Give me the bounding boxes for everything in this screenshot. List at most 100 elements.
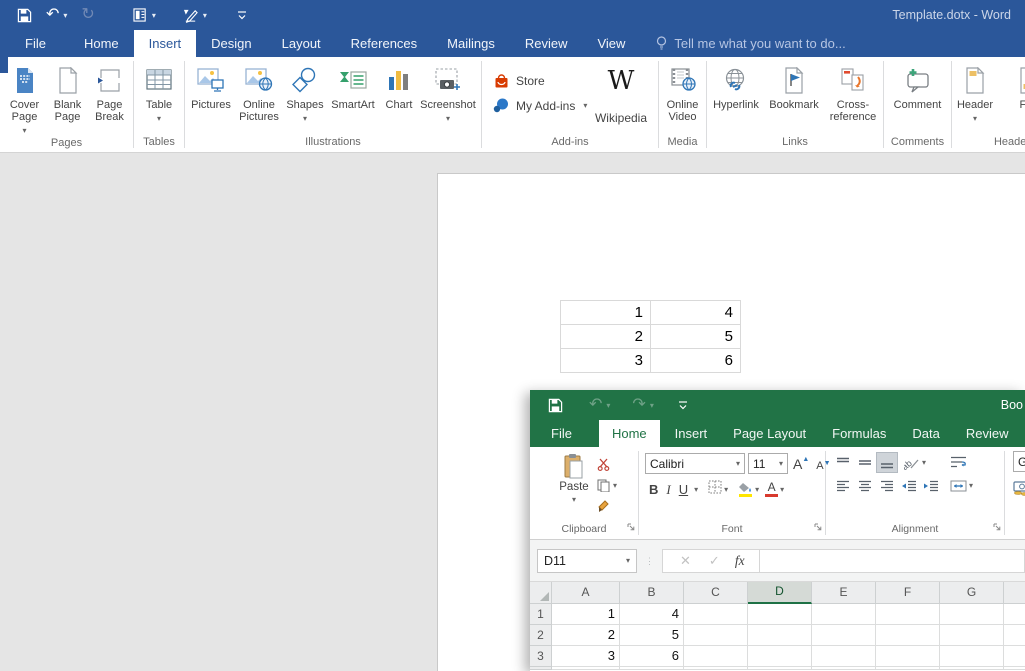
align-right-button[interactable] xyxy=(876,475,898,496)
top-align-button[interactable] xyxy=(832,452,854,473)
table-button[interactable]: Table ▾ xyxy=(137,60,181,136)
paste-dropdown-arrow[interactable]: ▾ xyxy=(572,495,576,504)
table-cell[interactable]: 5 xyxy=(650,324,741,349)
cell-A3[interactable]: 3 xyxy=(552,646,620,667)
column-header-F[interactable]: F xyxy=(876,582,940,604)
italic-button[interactable]: I xyxy=(666,482,670,498)
cell-D3[interactable] xyxy=(748,646,812,667)
shapes-dropdown-arrow[interactable]: ▾ xyxy=(303,113,307,125)
cell-B2[interactable]: 5 xyxy=(620,625,684,646)
cell-B1[interactable]: 4 xyxy=(620,604,684,625)
bold-button[interactable]: B xyxy=(649,482,658,498)
screenshot-dropdown-arrow[interactable]: ▾ xyxy=(446,113,450,125)
wikipedia-button[interactable]: W Wikipedia xyxy=(590,60,652,136)
enter-icon[interactable]: ✓ xyxy=(709,553,720,569)
wrap-text-button[interactable] xyxy=(950,451,975,474)
format-painter-button[interactable] xyxy=(597,496,617,517)
column-header-C[interactable]: C xyxy=(684,582,748,604)
redo-button[interactable]: ↻ xyxy=(81,7,94,23)
excel-tab-data[interactable]: Data xyxy=(899,420,952,447)
middle-align-button[interactable] xyxy=(854,452,876,473)
tab-references[interactable]: References xyxy=(336,30,432,57)
name-box-dropdown-arrow[interactable]: ▾ xyxy=(626,556,630,565)
clipboard-dialog-launcher[interactable] xyxy=(627,518,635,536)
blank-page-button[interactable]: Blank Page xyxy=(47,60,89,137)
shapes-button[interactable]: Shapes ▾ xyxy=(284,60,326,136)
header-dropdown-arrow[interactable]: ▾ xyxy=(973,113,977,125)
cell-F3[interactable] xyxy=(876,646,940,667)
customize-qat-button[interactable] xyxy=(237,10,247,20)
tab-insert[interactable]: Insert xyxy=(133,30,197,57)
font-color-dropdown-arrow[interactable]: ▾ xyxy=(780,485,784,494)
number-format-combo[interactable]: Gene xyxy=(1013,451,1025,472)
fill-color-button[interactable] xyxy=(738,482,753,497)
column-header-G[interactable]: G xyxy=(940,582,1004,604)
excel-tab-home[interactable]: Home xyxy=(598,420,660,447)
my-addins-dropdown-arrow[interactable]: ▾ xyxy=(583,101,587,110)
undo-dropdown-arrow[interactable]: ▾ xyxy=(63,11,67,20)
row-header-3[interactable]: 3 xyxy=(530,646,552,667)
underline-button[interactable]: U xyxy=(679,482,688,498)
excel-save-button[interactable] xyxy=(548,398,563,413)
cover-page-button[interactable]: Cover Page ▾ xyxy=(3,60,47,137)
cancel-icon[interactable]: ✕ xyxy=(680,553,691,569)
font-size-dropdown-arrow[interactable]: ▾ xyxy=(775,459,783,468)
align-left-button[interactable] xyxy=(832,475,854,496)
table-cell[interactable]: 6 xyxy=(650,348,741,373)
excel-tab-view-partial[interactable]: V xyxy=(1021,420,1025,447)
cell-F4-partial[interactable] xyxy=(876,667,940,670)
hyperlink-button[interactable]: Hyperlink xyxy=(708,60,764,136)
cell-C4-partial[interactable] xyxy=(684,667,748,670)
insert-function-button[interactable]: fx xyxy=(735,553,745,569)
paste-button[interactable]: Paste ▾ xyxy=(551,451,597,522)
table-dropdown-arrow[interactable]: ▾ xyxy=(157,113,161,125)
copy-button[interactable]: ▾ xyxy=(597,475,617,496)
font-name-combo[interactable]: Calibri ▾ xyxy=(645,453,745,474)
online-pictures-button[interactable]: Online Pictures xyxy=(234,60,284,136)
increase-indent-button[interactable] xyxy=(920,475,942,496)
excel-tab-formulas[interactable]: Formulas xyxy=(819,420,899,447)
column-header-A[interactable]: A xyxy=(552,582,620,604)
table-cell[interactable]: 1 xyxy=(560,300,651,325)
increase-font-size-icon[interactable]: A▲ xyxy=(793,456,809,472)
cut-button[interactable] xyxy=(597,454,617,475)
cell-B3[interactable]: 6 xyxy=(620,646,684,667)
font-color-button[interactable]: A xyxy=(765,481,779,497)
formula-bar-splitter[interactable]: ⋮ xyxy=(645,556,654,565)
cell-C1[interactable] xyxy=(684,604,748,625)
underline-dropdown-arrow[interactable]: ▾ xyxy=(694,485,698,494)
column-header-partial[interactable] xyxy=(1004,582,1025,604)
my-addins-button[interactable]: My Add-ins ▾ xyxy=(482,93,590,118)
select-all-button[interactable] xyxy=(530,582,552,604)
font-dialog-launcher[interactable] xyxy=(814,518,822,536)
excel-undo-button[interactable]: ↶ ▾ xyxy=(589,397,610,413)
table-cell[interactable]: 2 xyxy=(560,324,651,349)
cross-reference-button[interactable]: Cross-reference xyxy=(824,60,882,136)
cell-G4-partial[interactable] xyxy=(940,667,1004,670)
undo-button[interactable]: ↶ ▾ xyxy=(46,7,67,23)
reading-mode-dropdown-arrow[interactable]: ▾ xyxy=(152,11,156,20)
tell-me-box[interactable]: Tell me what you want to do... xyxy=(656,30,846,57)
cell-D4-partial[interactable] xyxy=(748,667,812,670)
cell-C2[interactable] xyxy=(684,625,748,646)
name-box[interactable]: D11 ▾ xyxy=(537,548,637,573)
font-size-combo[interactable]: 11 ▾ xyxy=(748,453,788,474)
cell-G2[interactable] xyxy=(940,625,1004,646)
merge-center-dropdown-arrow[interactable]: ▾ xyxy=(969,481,973,490)
ink-button[interactable]: ▾ xyxy=(182,8,207,23)
online-video-button[interactable]: Online Video xyxy=(660,60,705,136)
align-center-button[interactable] xyxy=(854,475,876,496)
cell-A1[interactable]: 1 xyxy=(552,604,620,625)
font-name-dropdown-arrow[interactable]: ▾ xyxy=(732,459,740,468)
cell-F1[interactable] xyxy=(876,604,940,625)
cell-A2[interactable]: 2 xyxy=(552,625,620,646)
pictures-button[interactable]: Pictures xyxy=(188,60,234,136)
tab-file[interactable]: File xyxy=(10,30,61,57)
decrease-indent-button[interactable] xyxy=(898,475,920,496)
borders-button[interactable] xyxy=(708,480,722,499)
redo-dropdown-arrow[interactable]: ▾ xyxy=(650,401,654,410)
tab-mailings[interactable]: Mailings xyxy=(432,30,510,57)
cell-H1-partial[interactable] xyxy=(1004,604,1025,625)
cell-H2-partial[interactable] xyxy=(1004,625,1025,646)
bookmark-button[interactable]: Bookmark xyxy=(764,60,824,136)
